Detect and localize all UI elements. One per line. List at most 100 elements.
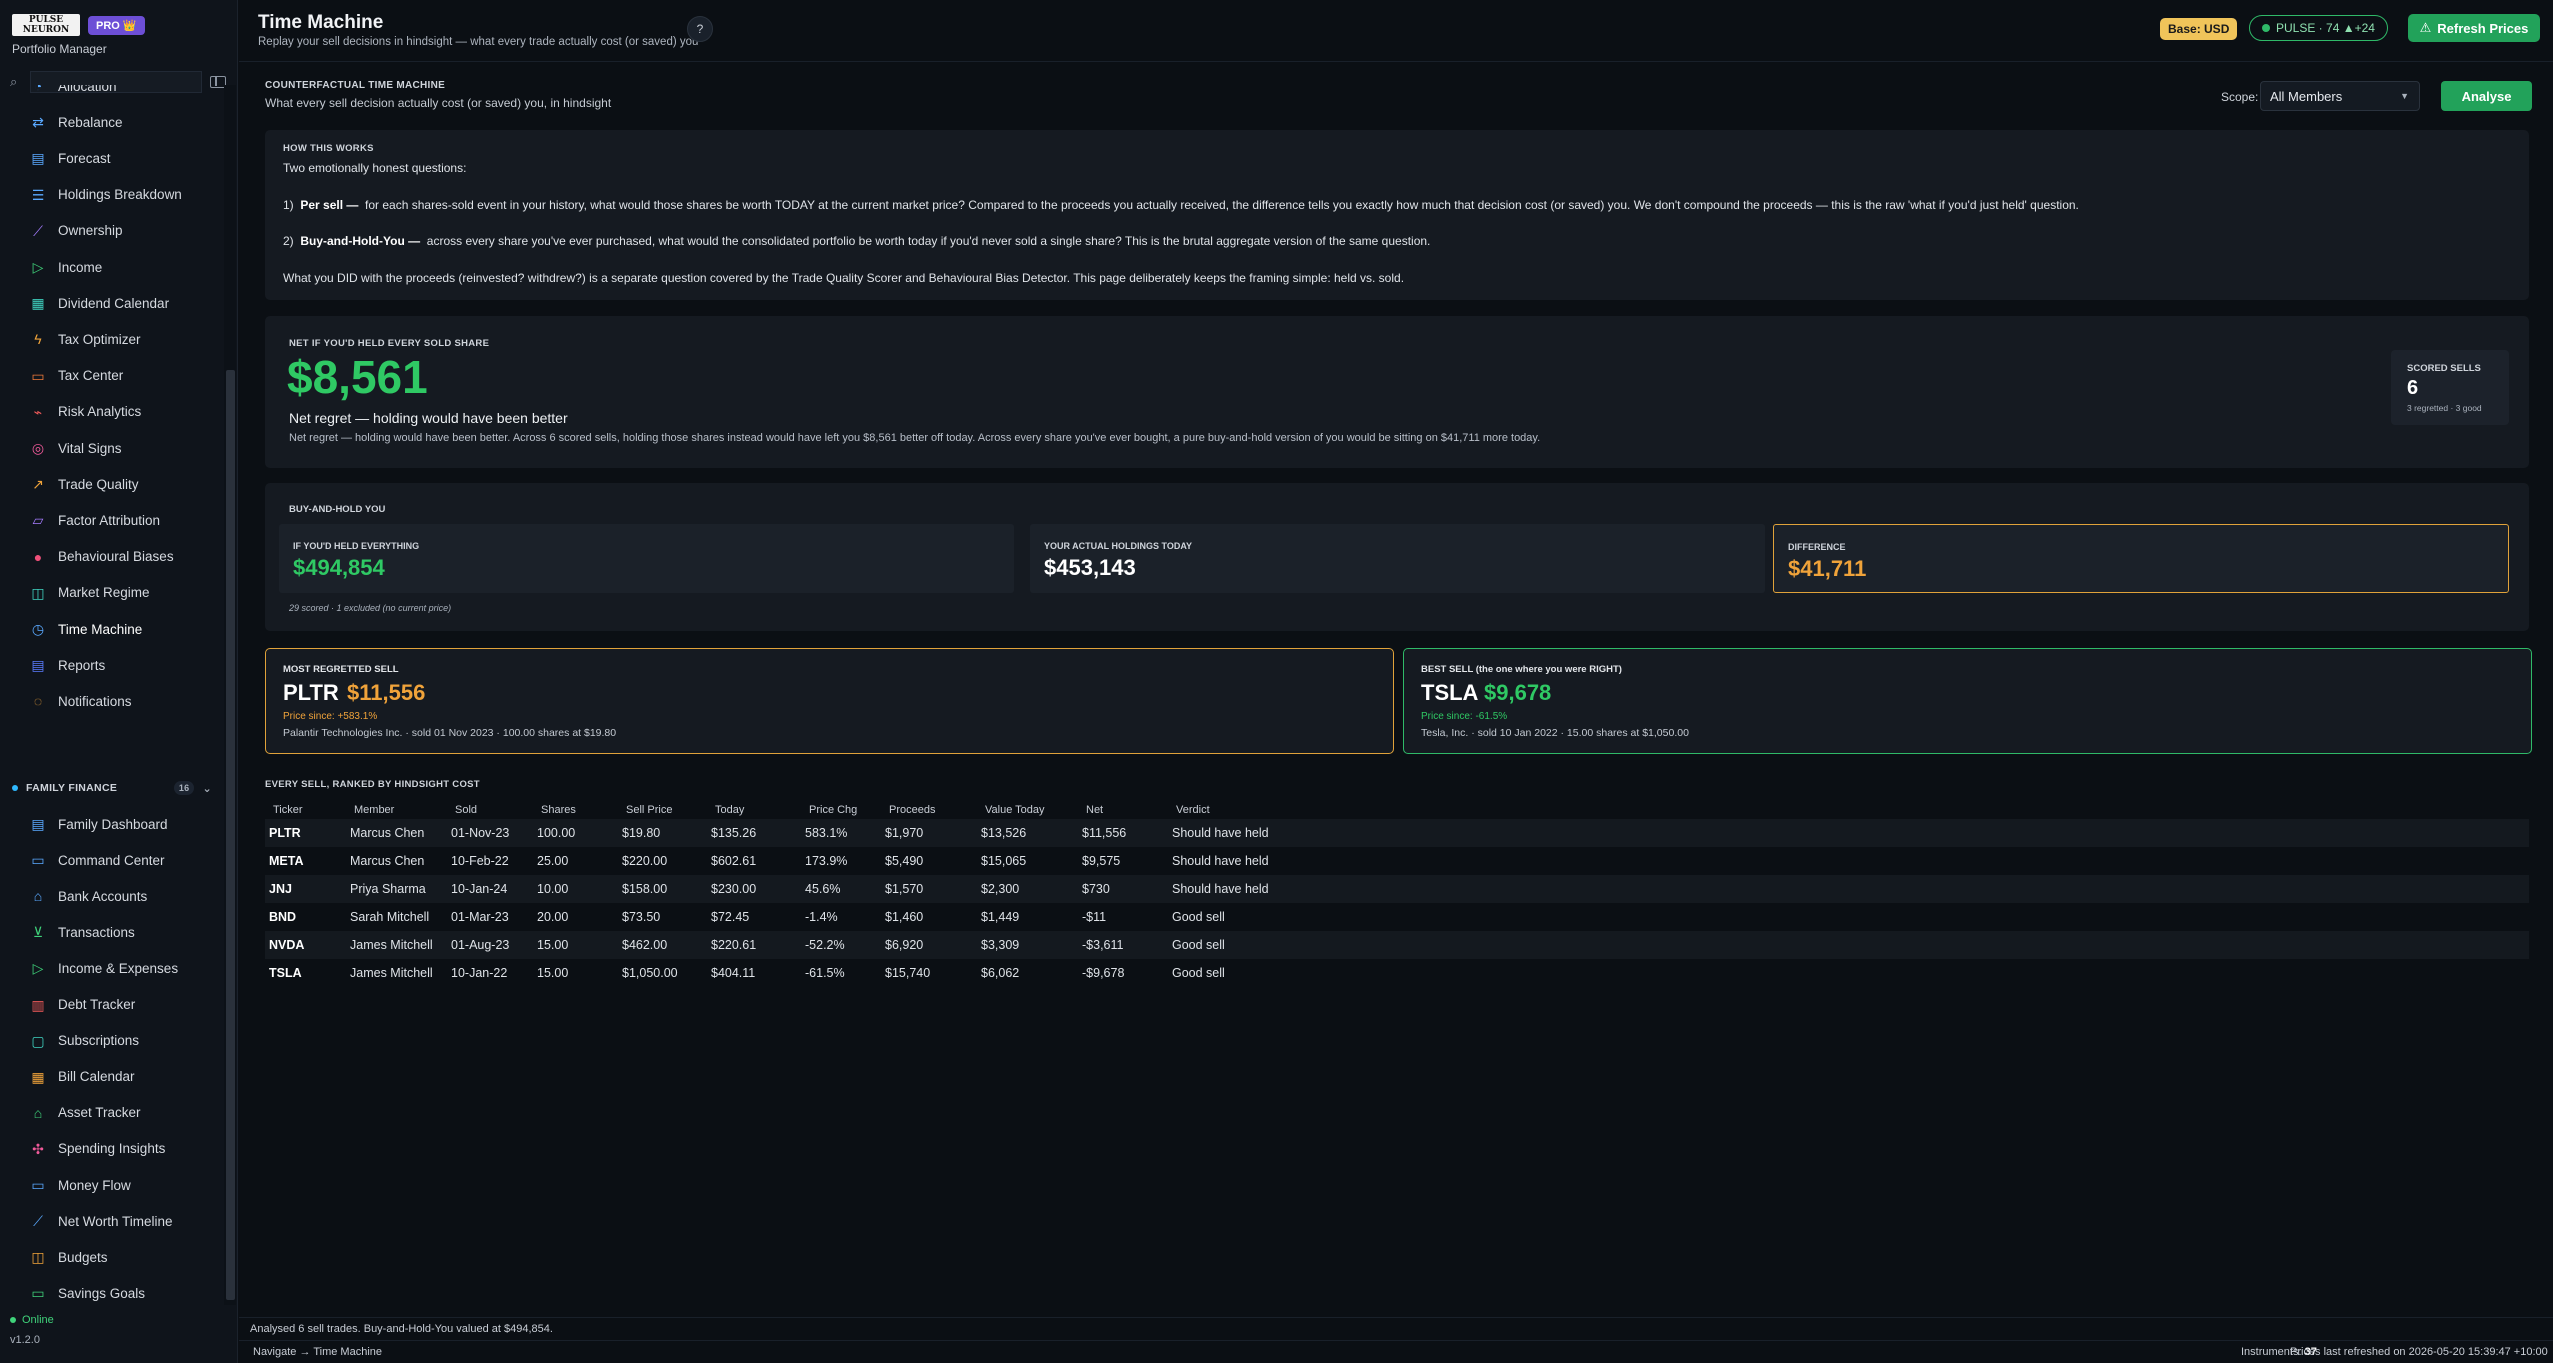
cell-today: $602.61 xyxy=(707,847,801,875)
base-currency-badge[interactable]: Base: USD xyxy=(2160,18,2238,40)
sidebar-item-time-machine[interactable]: ◷ Time Machine xyxy=(30,616,142,642)
cell-net: -$11 xyxy=(1078,903,1168,931)
cell-member: James Mitchell xyxy=(346,959,447,987)
worst-amount: $11,556 xyxy=(347,680,426,705)
flow-icon: ▭ xyxy=(31,1177,45,1193)
column-header-sell-price[interactable]: Sell Price xyxy=(618,801,707,819)
worst-ticker: PLTR xyxy=(283,680,339,705)
sidebar-item-label: Net Worth Timeline xyxy=(58,1213,173,1229)
sidebar-item-notifications[interactable]: ◌ Notifications xyxy=(30,688,132,714)
sidebar-item-vital-signs[interactable]: ◎ Vital Signs xyxy=(30,435,122,461)
difference-label: DIFFERENCE xyxy=(1788,542,1846,552)
table-row[interactable]: PLTR Marcus Chen 01-Nov-23 100.00 $19.80 $135… xyxy=(265,819,2529,847)
sidebar-item-subscriptions[interactable]: ▢ Subscriptions xyxy=(30,1028,139,1054)
subscriptions-icon: ▢ xyxy=(31,1032,45,1049)
scope-select[interactable]: All Members ▼ xyxy=(2260,81,2420,111)
sidebar-item-reports[interactable]: ▤ Reports xyxy=(30,652,105,678)
forecast-icon: ▤ xyxy=(31,150,45,167)
sidebar-item-market-regime[interactable]: ◫ Market Regime xyxy=(30,580,149,606)
best-price-since: Price since: -61.5% xyxy=(1421,711,1508,722)
cell-net: $11,556 xyxy=(1078,819,1168,847)
sells-table-heading: EVERY SELL, RANKED BY HINDSIGHT COST xyxy=(265,779,480,790)
table-header-row: Ticker Member Sold Shares Sell Price Today Pri… xyxy=(265,801,2529,819)
brand: PULSE NEURON PRO 👑 xyxy=(12,14,145,36)
cart-icon: ⊻ xyxy=(32,924,44,941)
cell-sell-price: $19.80 xyxy=(618,819,707,847)
column-header-net[interactable]: Net xyxy=(1078,801,1168,819)
analyse-button[interactable]: Analyse xyxy=(2441,81,2532,111)
table-row[interactable]: JNJ Priya Sharma 10-Jan-24 10.00 $158.00 $230… xyxy=(265,875,2529,903)
warning-icon: ⚠ xyxy=(2419,20,2432,35)
column-header-member[interactable]: Member xyxy=(346,801,447,819)
cell-verdict: Good sell xyxy=(1168,903,1318,931)
sidebar-item-bill-calendar[interactable]: ▦ Bill Calendar xyxy=(30,1064,135,1090)
cell-sold: 01-Nov-23 xyxy=(447,819,533,847)
sidebar-item-debt-tracker[interactable]: ▥ Debt Tracker xyxy=(30,992,135,1018)
sidebar-nav[interactable]: ◔ Allocation ⇄ Rebalance ▤ Forecast ☰ Holdings … xyxy=(0,85,224,1305)
sidebar-item-behavioural-biases[interactable]: ● Behavioural Biases xyxy=(30,544,174,570)
sidebar-item-spending-insights[interactable]: ✣ Spending Insights xyxy=(30,1136,165,1162)
column-header-shares[interactable]: Shares xyxy=(533,801,618,819)
sidebar-item-label: Notifications xyxy=(58,693,132,709)
sidebar-item-income[interactable]: ▷ Income xyxy=(30,254,103,280)
risk-icon: ⌁ xyxy=(33,403,43,420)
sidebar-item-label: Bill Calendar xyxy=(58,1069,135,1085)
sidebar-scrollbar-thumb[interactable] xyxy=(226,370,235,1300)
rebalance-icon: ⇄ xyxy=(32,114,44,131)
sidebar-item-budgets[interactable]: ◫ Budgets xyxy=(30,1244,107,1270)
family-finance-section-header[interactable]: FAMILY FINANCE 16 ⌄ xyxy=(12,781,212,795)
sidebar-item-dividend-calendar[interactable]: ▦ Dividend Calendar xyxy=(30,290,169,316)
pulse-score-badge[interactable]: PULSE · 74 ▲+24 xyxy=(2249,15,2388,41)
sidebar-item-transactions[interactable]: ⊻ Transactions xyxy=(30,919,135,945)
column-header-ticker[interactable]: Ticker xyxy=(265,801,346,819)
sidebar-item-label: Trade Quality xyxy=(58,476,139,492)
how-point-1: 1) Per sell — for each shares-sold event… xyxy=(283,198,2079,212)
cell-member: James Mitchell xyxy=(346,931,447,959)
best-ticker: TSLA xyxy=(1421,680,1479,705)
sidebar-item-holdings-breakdown[interactable]: ☰ Holdings Breakdown xyxy=(30,182,182,208)
best-amount: $9,678 xyxy=(1484,680,1552,705)
help-button[interactable]: ? xyxy=(687,16,713,42)
table-row[interactable]: META Marcus Chen 10-Feb-22 25.00 $220.00 $602… xyxy=(265,847,2529,875)
table-row[interactable]: BND Sarah Mitchell 01-Mar-23 20.00 $73.50 $72… xyxy=(265,903,2529,931)
app-window: PULSE NEURON PRO 👑 Portfolio Manager ⌕ ◔ A… xyxy=(0,0,2553,1363)
sidebar-item-risk-analytics[interactable]: ⌁ Risk Analytics xyxy=(30,399,142,425)
sidebar-item-label: Allocation xyxy=(58,85,117,94)
sidebar-item-allocation[interactable]: ◔ Allocation xyxy=(30,85,117,99)
sidebar-item-rebalance[interactable]: ⇄ Rebalance xyxy=(30,109,122,135)
table-row[interactable]: NVDA James Mitchell 01-Aug-23 15.00 $462.00 $… xyxy=(265,931,2529,959)
sidebar-item-money-flow[interactable]: ▭ Money Flow xyxy=(30,1172,130,1198)
sidebar-item-tax-center[interactable]: ▭ Tax Center xyxy=(30,363,123,389)
cell-today: $135.26 xyxy=(707,819,801,847)
cell-sold: 01-Mar-23 xyxy=(447,903,533,931)
column-header-verdict[interactable]: Verdict xyxy=(1168,801,1318,819)
sidebar-item-tax-optimizer[interactable]: ϟ Tax Optimizer xyxy=(30,326,140,352)
actual-holdings-box: YOUR ACTUAL HOLDINGS TODAY $453,143 xyxy=(1030,524,1765,593)
best-detail: Tesla, Inc. · sold 10 Jan 2022 · 15.00 s… xyxy=(1421,727,1689,739)
column-header-sold[interactable]: Sold xyxy=(447,801,533,819)
column-header-proceeds[interactable]: Proceeds xyxy=(881,801,977,819)
layers-icon: ☰ xyxy=(31,186,45,203)
table-row[interactable]: TSLA James Mitchell 10-Jan-22 15.00 $1,050.0… xyxy=(265,959,2529,987)
net-heading: NET IF YOU'D HELD EVERY SOLD SHARE xyxy=(289,338,490,349)
status-bar: Analysed 6 sell trades. Buy-and-Hold-You… xyxy=(239,1317,2553,1339)
sidebar-item-asset-tracker[interactable]: ⌂ Asset Tracker xyxy=(30,1100,141,1126)
cell-today: $230.00 xyxy=(707,875,801,903)
refresh-prices-button[interactable]: ⚠ Refresh Prices xyxy=(2408,14,2540,42)
column-header-today[interactable]: Today xyxy=(707,801,801,819)
income-icon: ▷ xyxy=(32,259,44,275)
sidebar-item-family-dashboard[interactable]: ▤ Family Dashboard xyxy=(30,811,167,837)
column-header-value-today[interactable]: Value Today xyxy=(977,801,1078,819)
sidebar-item-factor-attribution[interactable]: ▱ Factor Attribution xyxy=(30,507,160,533)
sidebar-item-income-expenses[interactable]: ▷ Income & Expenses xyxy=(30,955,178,981)
sidebar-item-net-worth-timeline[interactable]: ⟋ Net Worth Timeline xyxy=(30,1208,173,1234)
sidebar-item-savings-goals[interactable]: ▭ Savings Goals xyxy=(30,1280,145,1305)
sidebar-item-bank-accounts[interactable]: ⌂ Bank Accounts xyxy=(30,883,148,909)
app-logo[interactable]: PULSE NEURON xyxy=(12,14,80,36)
column-header-price-chg[interactable]: Price Chg xyxy=(801,801,881,819)
sidebar-item-ownership[interactable]: ⟋ Ownership xyxy=(30,218,122,244)
sidebar-item-command-center[interactable]: ▭ Command Center xyxy=(30,847,164,873)
cell-shares: 15.00 xyxy=(533,931,618,959)
sidebar-item-forecast[interactable]: ▤ Forecast xyxy=(30,145,110,171)
sidebar-item-trade-quality[interactable]: ↗ Trade Quality xyxy=(30,471,139,497)
